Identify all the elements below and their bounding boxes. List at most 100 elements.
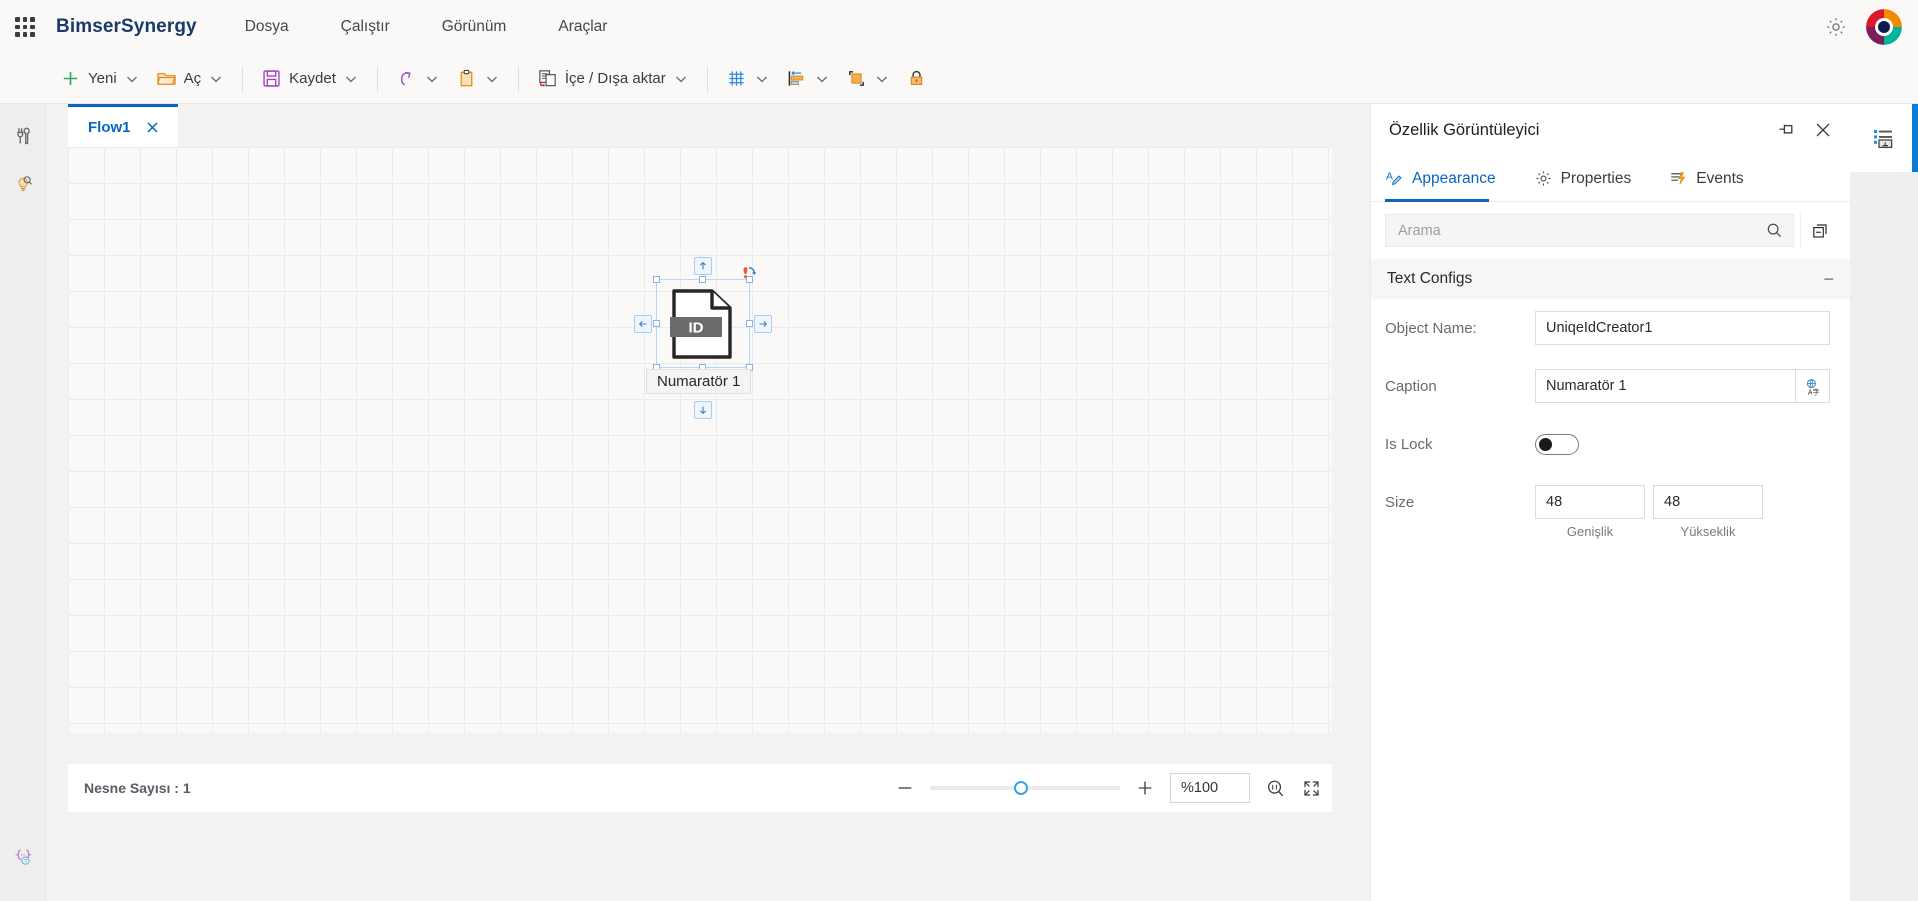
grid-button[interactable]	[718, 62, 778, 96]
new-button-label: Yeni	[88, 70, 117, 87]
close-icon[interactable]	[145, 120, 160, 135]
field-is-lock-label: Is Lock	[1385, 435, 1433, 453]
size-height-input[interactable]	[1653, 485, 1763, 519]
ribbon-group-file: Yeni Aç	[52, 54, 232, 104]
tab-properties[interactable]: Properties	[1528, 157, 1638, 201]
menu-dosya[interactable]: Dosya	[241, 12, 293, 42]
size-width-input[interactable]	[1535, 485, 1645, 519]
tab-strip: Flow1	[46, 104, 1370, 147]
import-export-button[interactable]: İçe / Dışa aktar	[529, 62, 697, 96]
flow-editor-area: Flow1 ID Numaratör 1 Nesne Sayısı: 1 %1…	[46, 104, 1370, 901]
menu-araclar[interactable]: Araçlar	[554, 12, 611, 42]
resize-handle-nw[interactable]	[653, 276, 660, 283]
connector-arrow-left[interactable]	[634, 315, 652, 333]
menu-calistir[interactable]: Çalıştır	[337, 12, 394, 42]
connector-arrow-down[interactable]	[694, 401, 712, 419]
zoom-slider-thumb[interactable]	[1014, 781, 1028, 795]
chevron-down-icon[interactable]	[754, 71, 770, 87]
app-launcher-grid-icon[interactable]	[12, 14, 38, 40]
sidebar-item-toolbox[interactable]	[0, 112, 46, 160]
tab-events-label: Events	[1696, 169, 1744, 187]
sidebar-item-script-help[interactable]: ?	[0, 833, 46, 881]
size-width-caption: Genişlik	[1566, 524, 1614, 539]
search-button[interactable]	[1755, 215, 1793, 246]
chevron-down-icon[interactable]	[814, 71, 830, 87]
undo-button[interactable]	[388, 62, 448, 96]
ribbon-separator	[517, 65, 519, 92]
paste-button[interactable]	[448, 62, 508, 96]
bring-to-front-icon	[848, 71, 864, 86]
chevron-down-icon[interactable]	[874, 71, 890, 87]
resize-handle-w[interactable]	[653, 320, 660, 327]
zoom-value-input[interactable]	[1170, 773, 1250, 803]
zoom-out-button[interactable]	[894, 777, 916, 799]
chevron-down-icon[interactable]	[484, 71, 500, 87]
diagram-node-uniqeidcreator1[interactable]: ID Numaratör 1	[634, 257, 772, 419]
lock-button[interactable]	[898, 62, 935, 96]
chevron-down-icon[interactable]	[424, 71, 440, 87]
tab-properties-label: Properties	[1560, 169, 1632, 187]
ribbon-separator	[706, 65, 708, 92]
open-button[interactable]: Aç	[148, 62, 233, 96]
tab-events[interactable]: Events	[1663, 157, 1749, 201]
align-button[interactable]	[778, 62, 838, 96]
code-help-icon: ?	[14, 849, 33, 865]
size-width-cell: Genişlik	[1535, 485, 1645, 539]
rotate-icon[interactable]	[740, 265, 766, 291]
right-rail-item-property-viewer[interactable]	[1850, 104, 1918, 172]
size-inputs: Genişlik Yükseklik	[1535, 485, 1763, 539]
ribbon-separator	[376, 65, 378, 92]
actual-size-button[interactable]	[1264, 777, 1286, 799]
undo-icon	[400, 71, 411, 86]
right-tool-rail	[1850, 104, 1918, 901]
diagram-canvas[interactable]: ID Numaratör 1	[68, 147, 1332, 733]
menu-gorunum[interactable]: Görünüm	[438, 12, 511, 42]
document-id-icon[interactable]: ID	[670, 289, 736, 359]
section-text-configs[interactable]: Text Configs −	[1371, 259, 1850, 299]
plus-icon	[63, 71, 78, 86]
left-rail-bottom: ?	[0, 833, 46, 881]
close-icon[interactable]	[1812, 119, 1834, 141]
search-input[interactable]	[1386, 222, 1755, 239]
object-name-input[interactable]	[1535, 311, 1830, 345]
arrange-button[interactable]	[838, 62, 898, 96]
chevron-down-icon[interactable]	[673, 71, 689, 87]
node-caption-label[interactable]: Numaratör 1	[646, 369, 752, 394]
chevron-down-icon[interactable]	[124, 71, 140, 87]
connector-arrow-right[interactable]	[754, 315, 772, 333]
fit-to-screen-button[interactable]	[1300, 777, 1322, 799]
sidebar-item-inspector[interactable]	[0, 160, 46, 208]
pin-icon[interactable]	[1776, 119, 1798, 141]
save-button[interactable]: Kaydet	[253, 62, 367, 96]
translate-button[interactable]: A 字	[1796, 369, 1830, 403]
svg-text:ID: ID	[689, 320, 704, 337]
field-size-label: Size	[1385, 494, 1415, 511]
tab-flow1[interactable]: Flow1	[68, 104, 178, 147]
zoom-in-button[interactable]	[1134, 777, 1156, 799]
user-avatar-pinwheel[interactable]	[1866, 9, 1902, 45]
zoom-1-1-icon	[1267, 780, 1283, 796]
property-search-box[interactable]	[1385, 214, 1794, 247]
is-lock-toggle[interactable]	[1535, 433, 1579, 455]
ribbon-separator	[242, 65, 244, 92]
chevron-down-icon[interactable]	[343, 71, 359, 87]
section-collapse-toggle[interactable]: −	[1823, 270, 1834, 288]
resize-handle-n[interactable]	[699, 276, 706, 283]
svg-text:字: 字	[1813, 387, 1820, 396]
align-left-icon	[788, 71, 804, 86]
diagram-canvas-wrapper: ID Numaratör 1	[68, 147, 1332, 733]
tab-appearance[interactable]: A Appearance	[1379, 157, 1502, 201]
field-caption: Caption A 字	[1371, 357, 1850, 415]
size-height-cell: Yükseklik	[1653, 485, 1763, 539]
collapse-all-button[interactable]	[1800, 214, 1834, 247]
chevron-down-icon[interactable]	[208, 71, 224, 87]
resize-handle-e[interactable]	[746, 320, 753, 327]
caption-input[interactable]	[1535, 369, 1796, 403]
zoom-slider[interactable]	[930, 777, 1120, 799]
gear-icon[interactable]	[1824, 15, 1848, 39]
new-button[interactable]: Yeni	[52, 62, 148, 96]
right-rail-active-accent	[1912, 104, 1918, 172]
left-tool-rail: ?	[0, 104, 46, 901]
connector-arrow-up[interactable]	[694, 257, 712, 275]
property-viewer-panel: Özellik Görüntüleyici A Appearance Prope…	[1370, 104, 1850, 901]
